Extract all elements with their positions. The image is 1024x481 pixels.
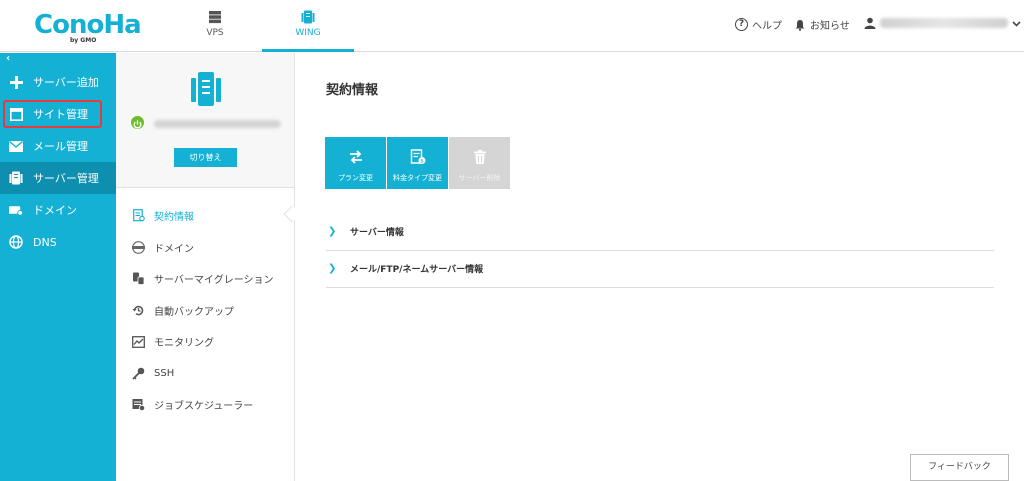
menu-item-server-migration[interactable]: サーバーマイグレーション [116, 263, 294, 295]
feedback-button[interactable]: フィードバック [910, 454, 1009, 481]
bell-icon [795, 19, 805, 31]
server-menu: 契約情報 ドメイン サーバーマイグレーション 自動バックアップ モニタリング S… [116, 200, 294, 421]
menu-item-label: サーバーマイグレーション [154, 275, 274, 287]
server-panel: 切り替え 契約情報 ドメイン サーバーマイグレーション 自動バックアップ モニタ… [116, 53, 301, 481]
highlight-box [3, 100, 102, 128]
help-link[interactable]: ? ヘルプ [735, 17, 782, 32]
logo-subtitle: by GMO [70, 37, 97, 44]
wing-server-icon [301, 10, 315, 24]
swap-icon [349, 150, 362, 164]
plan-change-button[interactable]: プラン変更 [325, 137, 386, 189]
sidebar-item-add-server[interactable]: サーバー追加 [0, 66, 116, 98]
page-title: 契約情報 [326, 83, 379, 98]
sidebar-item-site-management[interactable]: サイト管理 [0, 98, 116, 130]
menu-item-label: SSH [154, 367, 175, 379]
menu-item-contract-info[interactable]: 契約情報 [116, 200, 294, 232]
sidebar: ‹ サーバー追加 サイト管理 メール管理 サーバー管理 ドメイン DNS [0, 53, 116, 481]
server-icon [191, 72, 221, 106]
notice-label: お知らせ [810, 21, 850, 32]
help-icon: ? [735, 18, 748, 31]
globe-icon [9, 235, 23, 249]
menu-item-label: モニタリング [154, 338, 214, 350]
action-label: プラン変更 [338, 174, 373, 182]
accordion-mail-ftp-ns-info[interactable]: ❯ メール/FTP/ネームサーバー情報 [326, 250, 994, 288]
user-name-redacted [880, 18, 1008, 28]
tab-wing[interactable]: WING [262, 0, 354, 52]
chevron-down-icon [1012, 20, 1021, 27]
help-label: ヘルプ [752, 21, 782, 32]
trash-icon [473, 150, 486, 164]
server-stack-icon [209, 11, 221, 24]
menu-item-job-scheduler[interactable]: ジョブスケジューラー [116, 389, 294, 421]
tab-vps-label: VPS [206, 28, 224, 38]
domain-icon [9, 203, 23, 217]
sidebar-item-dns[interactable]: DNS [0, 226, 116, 258]
accordion-label: メール/FTP/ネームサーバー情報 [350, 265, 484, 275]
menu-item-label: 自動バックアップ [154, 306, 234, 318]
www-icon [132, 240, 145, 254]
backup-icon [132, 304, 145, 317]
action-label: 料金タイプ変更 [393, 174, 442, 182]
mail-icon [9, 139, 23, 153]
user-icon [864, 17, 876, 29]
menu-item-label: 契約情報 [154, 212, 194, 224]
server-name-redacted [154, 120, 281, 128]
top-header: ConoHa by GMO VPS WING ? ヘルプ お知らせ [0, 0, 1024, 52]
billing-type-change-button[interactable]: $ 料金タイプ変更 [387, 137, 448, 189]
scheduler-icon [132, 398, 145, 412]
main-content: 契約情報 プラン変更 $ 料金タイプ変更 サーバー削除 ❯ サーバー情報 ❯ メ… [296, 53, 1024, 481]
svg-text:$: $ [420, 159, 424, 165]
menu-item-label: ジョブスケジューラー [154, 401, 254, 413]
contract-icon [132, 209, 145, 222]
conoha-logo[interactable]: ConoHa [34, 10, 142, 40]
chevron-right-icon: ❯ [328, 263, 337, 274]
menu-item-domain[interactable]: ドメイン [116, 232, 294, 264]
sidebar-item-label: DNS [33, 235, 57, 249]
user-menu[interactable] [864, 17, 1021, 29]
sidebar-item-label: サーバー管理 [33, 172, 99, 185]
notice-link[interactable]: お知らせ [794, 17, 850, 32]
power-status-icon [131, 116, 144, 129]
billing-icon: $ [410, 149, 425, 165]
server-summary: 切り替え [116, 53, 294, 188]
menu-item-ssh[interactable]: SSH [116, 358, 294, 390]
chevron-right-icon: ❯ [328, 226, 337, 237]
sidebar-item-mail-management[interactable]: メール管理 [0, 130, 116, 162]
menu-item-monitoring[interactable]: モニタリング [116, 326, 294, 358]
sidebar-item-label: サーバー追加 [33, 76, 99, 89]
sidebar-item-label: ドメイン [33, 204, 77, 217]
switch-server-button[interactable]: 切り替え [174, 148, 237, 167]
action-label: サーバー削除 [458, 174, 501, 182]
key-icon [132, 367, 145, 380]
sidebar-item-server-management[interactable]: サーバー管理 [0, 162, 116, 194]
accordion-label: サーバー情報 [350, 228, 404, 238]
menu-item-label: ドメイン [154, 243, 194, 255]
tab-vps[interactable]: VPS [169, 0, 261, 52]
tab-wing-label: WING [295, 28, 321, 38]
plus-icon [9, 75, 23, 89]
sidebar-collapse-button[interactable]: ‹ [0, 53, 116, 66]
sidebar-item-domain[interactable]: ドメイン [0, 194, 116, 226]
sidebar-item-label: メール管理 [33, 140, 88, 153]
accordion-server-info[interactable]: ❯ サーバー情報 [326, 213, 994, 251]
menu-item-auto-backup[interactable]: 自動バックアップ [116, 295, 294, 327]
migration-icon [132, 272, 145, 286]
monitoring-icon [132, 335, 145, 348]
server-icon [9, 171, 23, 185]
delete-server-button[interactable]: サーバー削除 [449, 137, 510, 189]
